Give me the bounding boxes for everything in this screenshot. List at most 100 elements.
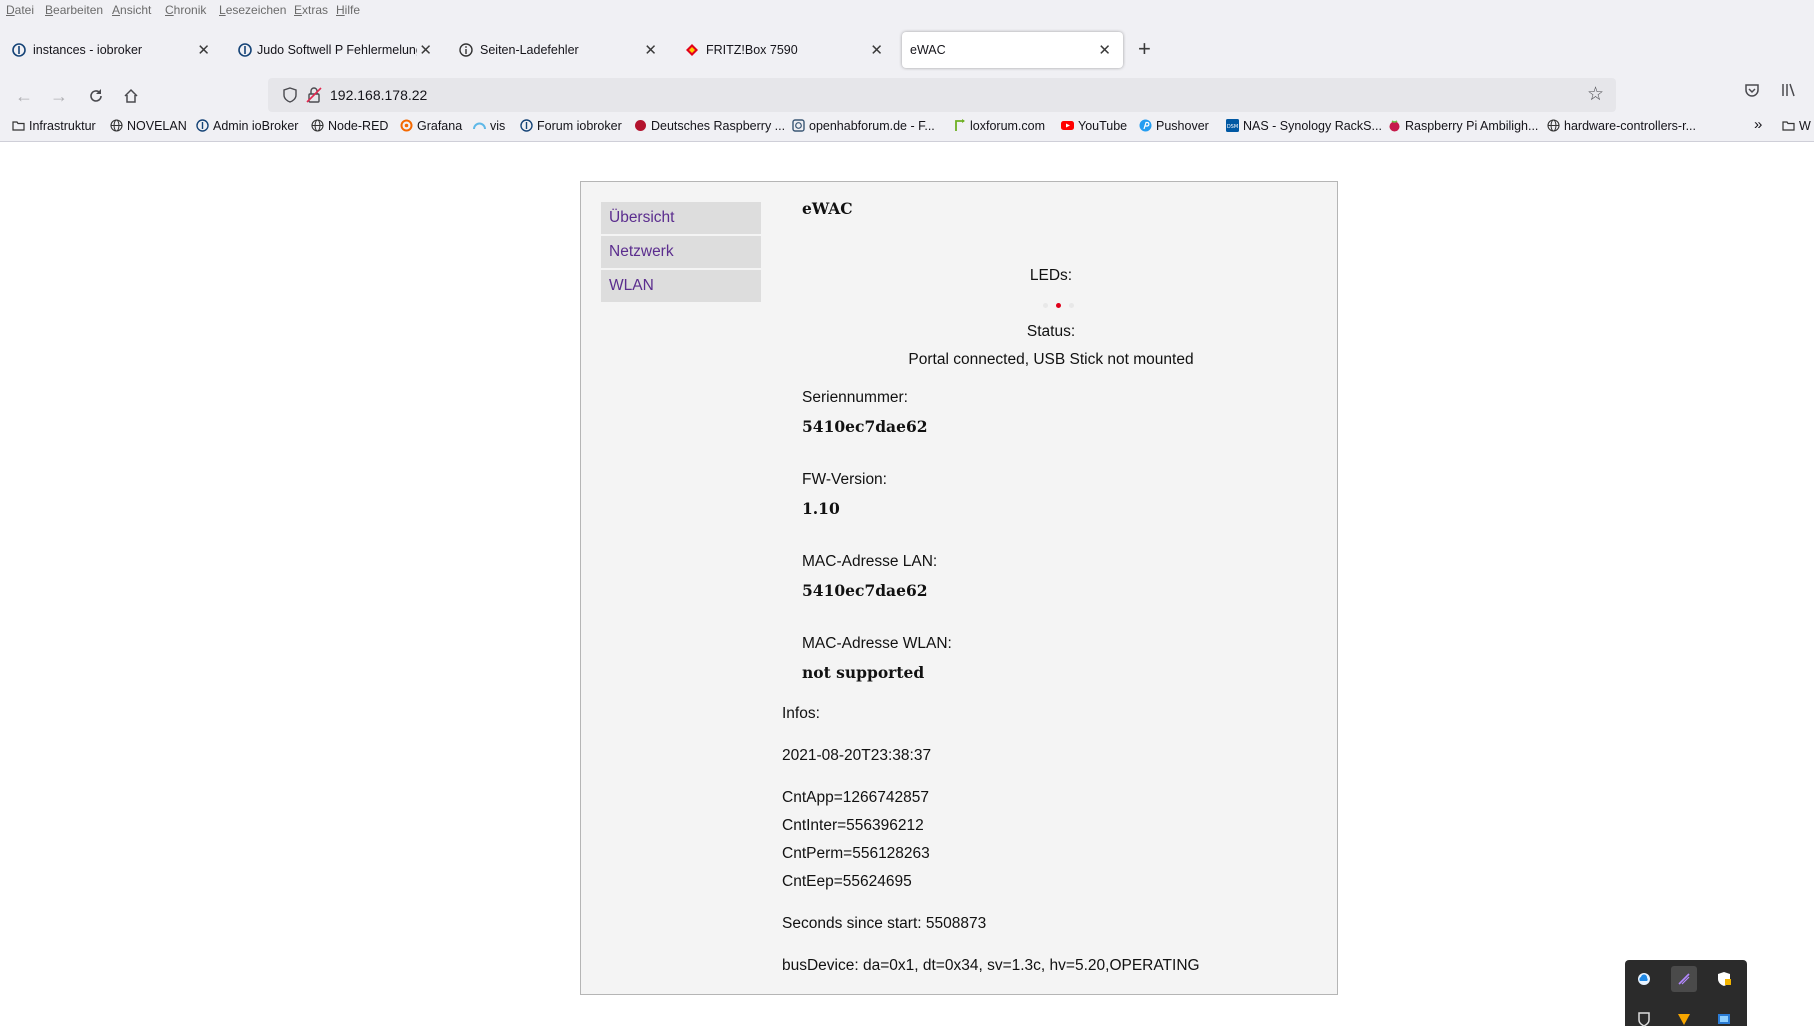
navigation-bar: ← → 192.168.178.22 ☆	[0, 76, 1814, 116]
bookmark-overflow-folder[interactable]: W	[1782, 119, 1811, 133]
page-title: eWAC	[802, 199, 853, 218]
tab-instances-iobroker[interactable]: instances - iobroker ✕	[0, 32, 222, 68]
tab-label: FRITZ!Box 7590	[706, 43, 798, 57]
mac-lan-label: MAC-Adresse LAN:	[802, 553, 938, 570]
vis-icon	[473, 122, 486, 130]
openhab-icon	[792, 119, 805, 132]
bookmark-openhabforum[interactable]: openhabforum.de - F...	[792, 119, 935, 133]
url-text[interactable]: 192.168.178.22	[330, 87, 427, 103]
menu-hilfe[interactable]: Hilfe	[336, 3, 360, 17]
side-navigation: Übersicht Netzwerk WLAN	[601, 202, 761, 304]
menu-bearbeiten[interactable]: Bearbeiten	[45, 3, 103, 17]
bookmark-loxforum[interactable]: loxforum.com	[953, 119, 1045, 133]
browser-chrome: Datei Bearbeiten Ansicht Chronik Lesezei…	[0, 0, 1814, 141]
counter-cntperm: CntPerm=556128263	[782, 845, 930, 862]
onedrive-cloud-icon[interactable]	[1631, 966, 1657, 992]
nav-netzwerk[interactable]: Netzwerk	[601, 236, 761, 268]
forward-button[interactable]: →	[47, 84, 71, 108]
led-indicator	[1069, 303, 1074, 308]
grafana-icon	[400, 119, 413, 132]
url-bar[interactable]: 192.168.178.22 ☆	[268, 78, 1616, 112]
system-tray-popup	[1625, 960, 1747, 1027]
bookmark-deutsches-raspberry[interactable]: Deutsches Raspberry ...	[634, 119, 785, 133]
close-icon[interactable]: ✕	[870, 41, 883, 59]
iobroker-icon	[520, 119, 533, 132]
tab-seiten-ladefehler[interactable]: Seiten-Ladefehler ✕	[447, 32, 669, 68]
bookmark-admin-iobroker[interactable]: Admin ioBroker	[196, 119, 298, 133]
bookmark-node-red[interactable]: Node-RED	[311, 119, 388, 133]
fw-version-value: 1.10	[802, 499, 840, 518]
counter-cntapp: CntApp=1266742857	[782, 789, 929, 806]
bookmark-novelan[interactable]: NOVELAN	[110, 119, 187, 133]
shield-icon[interactable]	[282, 87, 298, 103]
close-icon[interactable]: ✕	[197, 41, 210, 59]
tab-bar: instances - iobroker ✕ Judo Softwell P F…	[0, 28, 1814, 72]
folder-icon	[1782, 121, 1795, 131]
mac-wlan-label: MAC-Adresse WLAN:	[802, 635, 952, 652]
bookmark-star-icon[interactable]: ☆	[1587, 83, 1604, 106]
bookmark-forum-iobroker[interactable]: Forum iobroker	[520, 119, 622, 133]
bookmark-infrastruktur[interactable]: Infrastruktur	[12, 119, 96, 133]
close-icon[interactable]: ✕	[1098, 41, 1111, 59]
bookmark-pushover[interactable]: Pushover	[1139, 119, 1209, 133]
serial-label: Seriennummer:	[802, 389, 908, 406]
bus-device-info: busDevice: da=0x1, dt=0x34, sv=1.3c, hv=…	[782, 957, 1200, 974]
defender-icon[interactable]	[1631, 1006, 1657, 1032]
tab-judo-softwell[interactable]: Judo Softwell P Fehlermelung a ✕	[226, 32, 444, 68]
iobroker-icon	[196, 119, 209, 132]
svg-text:DSM: DSM	[1227, 124, 1238, 130]
home-button[interactable]	[119, 84, 143, 108]
bookmark-raspberry-pi-ambilight[interactable]: Raspberry Pi Ambiligh...	[1388, 119, 1538, 133]
reload-icon	[90, 89, 102, 102]
info-icon	[459, 43, 473, 57]
reload-button[interactable]	[84, 84, 108, 108]
pocket-icon[interactable]	[1744, 82, 1760, 103]
pen-tool-icon[interactable]	[1671, 966, 1697, 992]
security-shield-icon[interactable]	[1711, 966, 1737, 992]
menu-lesezeichen[interactable]: Lesezeichen	[219, 3, 286, 17]
vlc-icon[interactable]	[1671, 1006, 1697, 1032]
close-icon[interactable]: ✕	[419, 41, 432, 59]
bookmark-nas-synology[interactable]: DSM NAS - Synology RackS...	[1226, 119, 1382, 133]
bookmark-vis[interactable]: vis	[473, 119, 505, 133]
nav-uebersicht[interactable]: Übersicht	[601, 202, 761, 234]
network-monitor-icon[interactable]	[1711, 1006, 1737, 1032]
synology-icon: DSM	[1226, 119, 1239, 132]
globe-icon	[311, 119, 324, 132]
raspberry-pi-icon	[1389, 120, 1400, 132]
tab-label: Seiten-Ladefehler	[480, 43, 579, 57]
menu-datei[interactable]: Datei	[6, 3, 34, 17]
pushover-icon	[1139, 119, 1152, 132]
youtube-icon	[1061, 121, 1074, 130]
tab-label: eWAC	[910, 43, 946, 57]
bookmark-youtube[interactable]: YouTube	[1061, 119, 1127, 133]
menu-ansicht[interactable]: Ansicht	[112, 3, 151, 17]
close-icon[interactable]: ✕	[644, 41, 657, 59]
menu-extras[interactable]: Extras	[294, 3, 328, 17]
seconds-since-start: Seconds since start: 5508873	[782, 915, 987, 932]
nav-wlan[interactable]: WLAN	[601, 270, 761, 302]
tab-label: Judo Softwell P Fehlermelung a	[257, 43, 417, 57]
raspberry-icon	[635, 120, 646, 131]
back-button[interactable]: ←	[12, 84, 36, 108]
globe-icon	[110, 119, 123, 132]
status-label: Status:	[1026, 323, 1076, 340]
insecure-lock-icon[interactable]	[306, 86, 322, 104]
info-timestamp: 2021-08-20T23:38:37	[782, 747, 932, 764]
chrome-divider	[0, 141, 1814, 142]
fritzbox-icon	[686, 44, 698, 56]
serial-value: 5410ec7dae62	[802, 417, 928, 436]
bookmark-hardware-controllers[interactable]: hardware-controllers-r...	[1547, 119, 1696, 133]
menu-chronik[interactable]: Chronik	[165, 3, 206, 17]
new-tab-button[interactable]: +	[1138, 36, 1151, 62]
leds-label: LEDs:	[1029, 267, 1073, 284]
tab-fritzbox[interactable]: FRITZ!Box 7590 ✕	[673, 32, 895, 68]
loxone-icon	[955, 119, 965, 131]
ewac-panel: Übersicht Netzwerk WLAN eWAC LEDs: Statu…	[580, 181, 1338, 995]
counter-cntinter: CntInter=556396212	[782, 817, 924, 834]
bookmarks-overflow-chevron-icon[interactable]: »	[1754, 116, 1762, 133]
infos-label: Infos:	[782, 705, 820, 722]
bookmark-grafana[interactable]: Grafana	[400, 119, 462, 133]
tab-ewac[interactable]: eWAC ✕	[902, 32, 1123, 68]
library-icon[interactable]	[1780, 82, 1796, 103]
